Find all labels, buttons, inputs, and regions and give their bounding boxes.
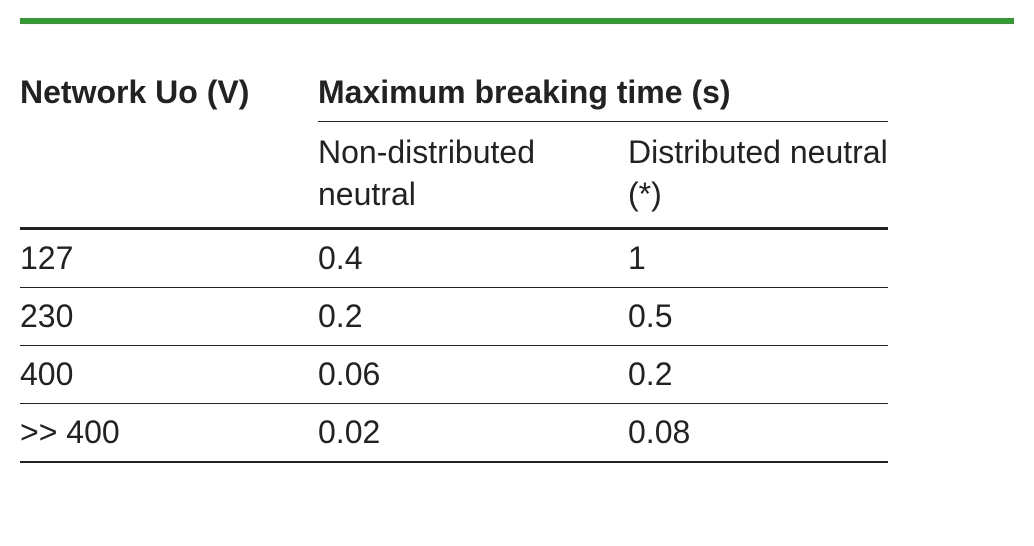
header-distributed-neutral: Distributed neutral (*) (628, 122, 888, 229)
cell-uo: >> 400 (20, 404, 318, 463)
cell-ndn: 0.4 (318, 229, 628, 288)
table-row: 230 0.2 0.5 (20, 288, 888, 346)
breaking-time-table: Network Uo (V) Maximum breaking time (s)… (20, 64, 888, 463)
cell-dn: 1 (628, 229, 888, 288)
header-max-breaking-time: Maximum breaking time (s) (318, 64, 888, 122)
cell-dn: 0.08 (628, 404, 888, 463)
header-non-distributed-neutral: Non-distributed neutral (318, 122, 628, 229)
table-header-row-main: Network Uo (V) Maximum breaking time (s) (20, 64, 888, 122)
cell-uo: 230 (20, 288, 318, 346)
cell-ndn: 0.02 (318, 404, 628, 463)
cell-ndn: 0.2 (318, 288, 628, 346)
top-green-rule (20, 18, 1014, 24)
table-row: >> 400 0.02 0.08 (20, 404, 888, 463)
table-row: 400 0.06 0.2 (20, 346, 888, 404)
cell-dn: 0.5 (628, 288, 888, 346)
table-body: 127 0.4 1 230 0.2 0.5 400 0.06 0.2 >> 40… (20, 229, 888, 463)
header-network-uo: Network Uo (V) (20, 64, 318, 229)
cell-uo: 400 (20, 346, 318, 404)
table-row: 127 0.4 1 (20, 229, 888, 288)
cell-ndn: 0.06 (318, 346, 628, 404)
cell-uo: 127 (20, 229, 318, 288)
cell-dn: 0.2 (628, 346, 888, 404)
